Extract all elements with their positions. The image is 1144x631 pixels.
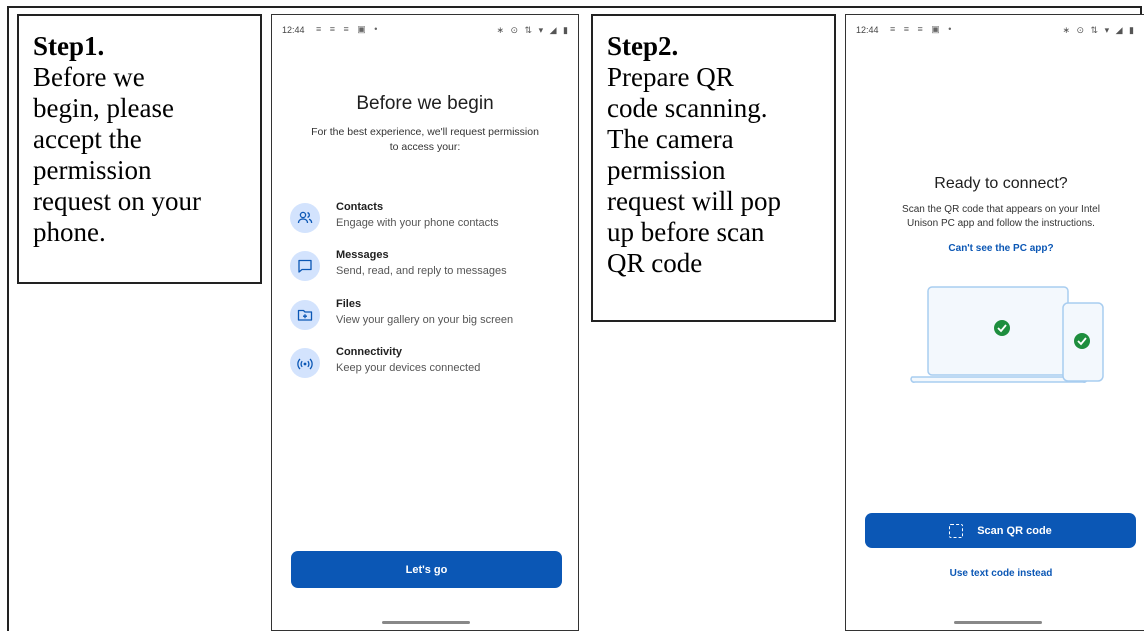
home-indicator[interactable] — [382, 621, 470, 624]
scan-button-label: Scan QR code — [977, 524, 1052, 537]
permission-desc: View your gallery on your big screen — [336, 314, 514, 326]
step2-box: Step2. Prepare QR code scanning. The cam… — [591, 14, 836, 322]
permission-item-files: Files View your gallery on your big scre… — [290, 296, 568, 338]
step1-line: begin, please — [33, 93, 174, 123]
system-icons: ∗ ⊙ ⇅ ▾ ◢ ▮ — [1062, 25, 1136, 35]
step1-line: permission — [33, 155, 152, 185]
step1-box: Step1. Before we begin, please accept th… — [17, 14, 262, 284]
permission-title: Connectivity — [336, 346, 403, 358]
lets-go-button[interactable]: Let's go — [291, 551, 562, 588]
contacts-icon — [290, 203, 320, 233]
step2-line: up before scan — [607, 217, 765, 247]
permission-title: Files — [336, 298, 362, 310]
system-icons: ∗ ⊙ ⇅ ▾ ◢ ▮ — [496, 25, 570, 35]
status-bar: 12:44 ≡ ≡ ≡ ▣ • ∗ ⊙ ⇅ ▾ ◢ ▮ — [282, 24, 570, 39]
page-subtitle: Scan the QR code that appears on your In… — [858, 203, 1144, 231]
status-time: 12:44 — [856, 25, 879, 35]
step2-title: Step2. — [607, 31, 679, 61]
step2-line: QR code — [607, 248, 703, 278]
permission-item-messages: Messages Send, read, and reply to messag… — [290, 247, 568, 289]
permission-desc: Keep your devices connected — [336, 362, 481, 374]
permission-desc: Send, read, and reply to messages — [336, 265, 507, 277]
step1-title: Step1. — [33, 31, 105, 61]
laptop-phone-illustration — [910, 286, 1104, 383]
subtitle-line: Scan the QR code that appears on your In… — [902, 204, 1100, 215]
step2-line: The camera — [607, 124, 734, 154]
permission-desc: Engage with your phone contacts — [336, 217, 499, 229]
subtitle-line: Unison PC app and follow the instruction… — [907, 218, 1095, 229]
status-bar: 12:44 ≡ ≡ ≡ ▣ • ∗ ⊙ ⇅ ▾ ◢ ▮ — [856, 24, 1136, 39]
step1-line: accept the — [33, 124, 142, 154]
step1-line: request on your — [33, 186, 201, 216]
subtitle-line: For the best experience, we'll request p… — [311, 126, 539, 138]
scan-frame-icon — [949, 523, 964, 538]
use-text-code-link[interactable]: Use text code instead — [858, 568, 1144, 579]
notification-icons: ≡ ≡ ≡ ▣ • — [890, 24, 955, 34]
permission-title: Messages — [336, 249, 389, 261]
step2-line: permission — [607, 155, 726, 185]
step2-line: request will pop — [607, 186, 781, 216]
subtitle-line: to access your: — [389, 141, 461, 153]
phone-screen-permissions: 12:44 ≡ ≡ ≡ ▣ • ∗ ⊙ ⇅ ▾ ◢ ▮ Before we be… — [271, 14, 579, 631]
permission-title: Contacts — [336, 201, 384, 213]
step2-line: Prepare QR — [607, 62, 734, 92]
files-icon — [290, 300, 320, 330]
status-time: 12:44 — [282, 25, 305, 35]
step2-line: code scanning. — [607, 93, 768, 123]
home-indicator[interactable] — [954, 621, 1042, 624]
phone-screen-connect: 12:44 ≡ ≡ ≡ ▣ • ∗ ⊙ ⇅ ▾ ◢ ▮ Ready to con… — [845, 14, 1144, 631]
permission-item-contacts: Contacts Engage with your phone contacts — [290, 199, 568, 241]
page-title: Before we begin — [356, 93, 494, 114]
permission-item-connectivity: Connectivity Keep your devices connected — [290, 344, 568, 386]
page-subtitle: For the best experience, we'll request p… — [282, 125, 568, 155]
notification-icons: ≡ ≡ ≡ ▣ • — [316, 24, 381, 34]
step1-line: Before we — [33, 62, 145, 92]
page-title: Ready to connect? — [934, 175, 1068, 192]
step1-line: phone. — [33, 217, 106, 247]
messages-icon — [290, 251, 320, 281]
connectivity-icon — [290, 348, 320, 378]
scan-qr-code-button[interactable]: Scan QR code — [865, 513, 1136, 548]
cant-see-pc-app-link[interactable]: Can't see the PC app? — [858, 243, 1144, 254]
